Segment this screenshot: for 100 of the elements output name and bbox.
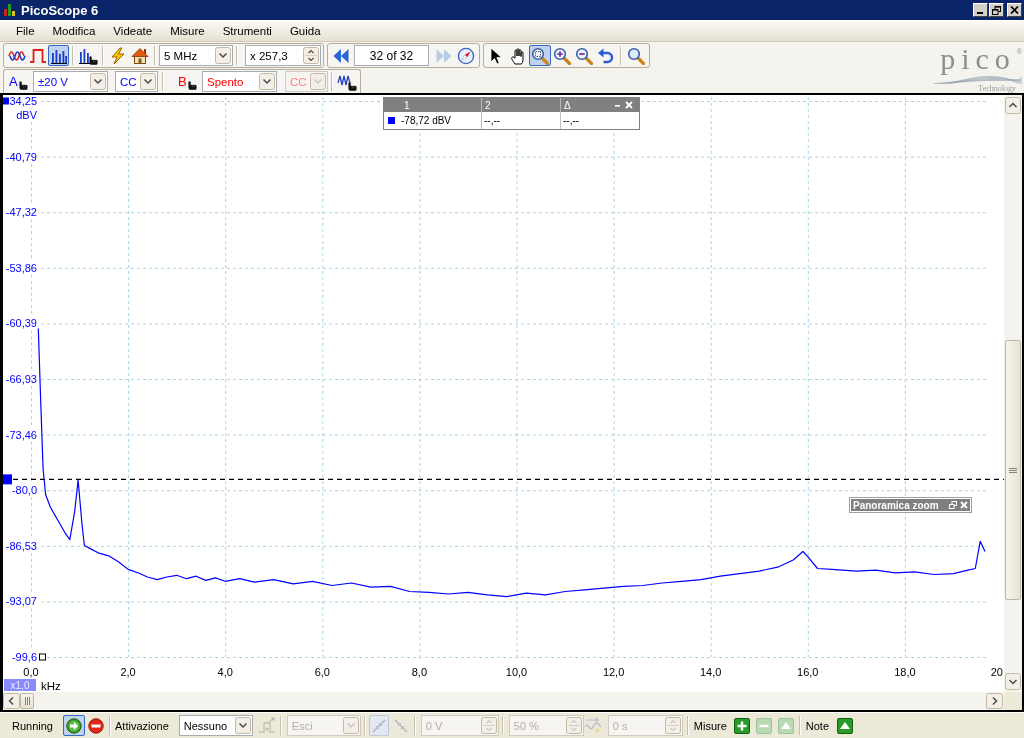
close-button[interactable] bbox=[1007, 3, 1022, 17]
home-icon bbox=[131, 46, 149, 65]
scrollbar-thumb[interactable] bbox=[1005, 340, 1021, 600]
undo-arrow-icon bbox=[597, 46, 615, 65]
home-button[interactable] bbox=[129, 45, 151, 66]
x-axis-label: kHz bbox=[41, 680, 61, 692]
double-arrow-right-icon bbox=[435, 46, 453, 65]
menu-item[interactable]: Videate bbox=[104, 25, 162, 37]
zoom-out-button[interactable] bbox=[573, 45, 595, 66]
timebase-dropdown[interactable]: 5 MHz bbox=[159, 45, 233, 66]
restore-icon[interactable] bbox=[949, 501, 957, 509]
step-pulse-icon bbox=[257, 716, 276, 735]
table-cell: --,-- bbox=[481, 112, 560, 129]
restore-icon bbox=[992, 5, 1001, 15]
lightning-icon bbox=[109, 46, 127, 65]
logo-tagline: Technology bbox=[978, 84, 1016, 93]
square-pulse-icon bbox=[28, 46, 47, 65]
zoom-region-button[interactable] bbox=[529, 45, 551, 66]
pointing-hand-icon bbox=[18, 81, 28, 90]
pointing-hand-icon bbox=[187, 81, 197, 90]
close-icon bbox=[1010, 6, 1019, 14]
bars-hand-icon bbox=[78, 46, 98, 65]
magnifier-icon bbox=[627, 46, 645, 65]
channel-button[interactable]: A bbox=[6, 71, 31, 92]
chevron-down-icon bbox=[342, 717, 359, 734]
buffer-position-field[interactable]: 32 of 32 bbox=[354, 45, 429, 66]
y-tick-label: -99,6 bbox=[11, 651, 37, 663]
compass-button[interactable] bbox=[455, 45, 477, 66]
rising-edge-icon bbox=[370, 717, 387, 734]
y-tick-label: -53,86 bbox=[5, 261, 37, 274]
close-icon[interactable] bbox=[625, 101, 633, 109]
zoom-in-button[interactable] bbox=[551, 45, 573, 66]
menu-item[interactable]: Strumenti bbox=[213, 25, 281, 37]
measurements-label: Misure bbox=[693, 719, 727, 732]
scrollbar-corner bbox=[1004, 692, 1022, 710]
y-tick-label: -86,53 bbox=[5, 539, 37, 552]
scroll-right-icon[interactable] bbox=[986, 693, 1003, 709]
close-icon[interactable] bbox=[960, 501, 968, 509]
chevron-down-icon bbox=[215, 47, 231, 64]
x-tick-label: 8,0 bbox=[411, 666, 428, 678]
zoom-factor-field[interactable]: x 257,3 bbox=[245, 45, 321, 66]
x-tick-label: 20 bbox=[990, 666, 1003, 678]
column-header: Δ bbox=[564, 99, 572, 111]
zoom-out-icon bbox=[575, 46, 593, 65]
falling-edge-icon bbox=[392, 717, 409, 734]
compass-icon bbox=[457, 46, 475, 65]
x-tick-label: 2,0 bbox=[120, 666, 136, 678]
plus-icon bbox=[733, 717, 750, 734]
zoom-factor-badge: x1,0 bbox=[4, 679, 36, 691]
minus-icon bbox=[755, 717, 772, 734]
chevron-down-icon bbox=[234, 717, 251, 734]
x-tick-label: 16,0 bbox=[797, 666, 819, 678]
notes-button[interactable] bbox=[836, 715, 855, 736]
grip-icon bbox=[23, 697, 31, 705]
arrow-circle-icon bbox=[66, 717, 82, 734]
menu-item[interactable]: Misure bbox=[161, 25, 214, 37]
scroll-left-icon[interactable] bbox=[3, 693, 20, 709]
add-measurement-button[interactable] bbox=[732, 715, 751, 736]
channel-button[interactable]: B bbox=[175, 71, 200, 92]
trigger-mode-dropdown[interactable]: Nessuno bbox=[178, 715, 253, 736]
coupling-dropdown[interactable]: CC bbox=[115, 71, 158, 92]
ruler-line[interactable] bbox=[12, 478, 1004, 481]
menu-item[interactable]: Guida bbox=[280, 25, 330, 37]
square-marker-icon[interactable] bbox=[3, 97, 9, 105]
spin-arrows-icon bbox=[664, 717, 681, 734]
restore-button[interactable] bbox=[989, 3, 1004, 17]
y-tick-label: -66,93 bbox=[5, 373, 37, 386]
x-tick-label: 0,0 bbox=[23, 666, 39, 678]
spin-arrows-icon bbox=[565, 717, 582, 734]
minimize-button[interactable] bbox=[973, 3, 988, 17]
vertical-scrollbar[interactable] bbox=[1004, 95, 1022, 692]
wave-lines-icon bbox=[934, 76, 1022, 84]
chevron-down-icon bbox=[310, 73, 326, 90]
stop-button[interactable] bbox=[87, 715, 105, 736]
scroll-up-icon[interactable] bbox=[1005, 97, 1021, 114]
zoom-in-icon bbox=[553, 46, 571, 65]
menu-item[interactable]: Modifica bbox=[43, 25, 105, 37]
zoom-full-button[interactable] bbox=[625, 45, 647, 66]
window-title: PicoScope 6 bbox=[21, 2, 100, 18]
scroll-down-icon[interactable] bbox=[1005, 673, 1021, 690]
scrollbar-thumb[interactable] bbox=[20, 693, 34, 709]
start-button[interactable] bbox=[63, 715, 85, 736]
square-marker-icon[interactable] bbox=[3, 474, 12, 485]
triangle-up-icon bbox=[777, 717, 794, 734]
x-tick-label: 6,0 bbox=[314, 666, 330, 678]
x-tick-label: 14,0 bbox=[700, 666, 722, 678]
spectrum-mode-button[interactable] bbox=[48, 45, 69, 66]
panel-title: Panoramica zoom bbox=[853, 499, 940, 511]
x-tick-label: 12,0 bbox=[602, 666, 625, 678]
trigger-label: Attivazione bbox=[115, 719, 169, 732]
range-dropdown[interactable]: ±20 V bbox=[33, 71, 108, 92]
range-dropdown[interactable]: Spento bbox=[202, 71, 277, 92]
hollow-square-marker-icon[interactable] bbox=[39, 653, 46, 661]
menu-item[interactable]: File bbox=[7, 25, 44, 37]
horizontal-scrollbar[interactable] bbox=[3, 692, 1004, 710]
no-entry-icon bbox=[88, 717, 104, 734]
column-header: 2 bbox=[481, 98, 560, 112]
y-tick-label: 34,25 bbox=[9, 95, 37, 107]
y-tick-label: -73,46 bbox=[5, 428, 37, 441]
spin-arrows-icon bbox=[480, 717, 497, 734]
